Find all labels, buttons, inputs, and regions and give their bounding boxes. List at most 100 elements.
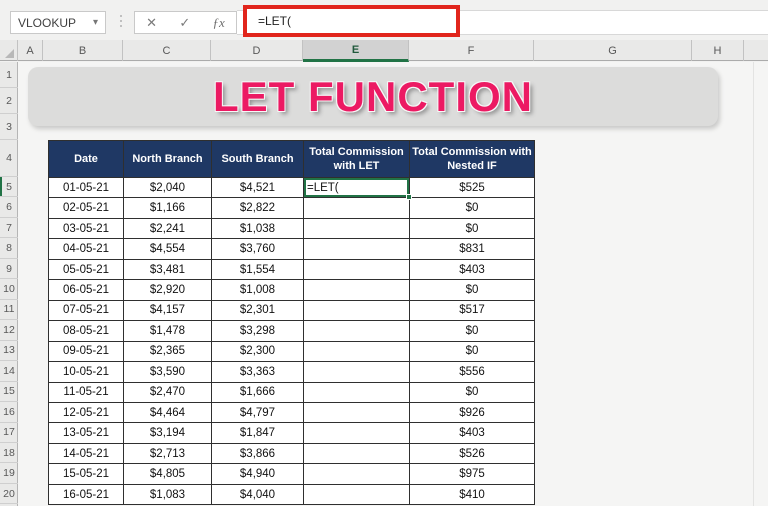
cell[interactable]: $4,040: [212, 484, 304, 506]
cell[interactable]: [304, 484, 410, 506]
select-all-button[interactable]: [0, 40, 18, 61]
column-header-A[interactable]: A: [18, 40, 43, 61]
cell[interactable]: $403: [410, 423, 535, 444]
cell[interactable]: $410: [410, 484, 535, 506]
cell[interactable]: $1,847: [212, 423, 304, 444]
cell[interactable]: $3,866: [212, 443, 304, 465]
cell[interactable]: $4,554: [124, 239, 212, 260]
cell[interactable]: $4,521: [212, 178, 304, 199]
fill-handle[interactable]: [406, 194, 412, 201]
cell[interactable]: $4,797: [212, 402, 304, 424]
chevron-down-icon[interactable]: ▾: [93, 17, 98, 28]
cell[interactable]: 01-05-21: [49, 178, 124, 199]
cell[interactable]: 06-05-21: [49, 280, 124, 301]
enter-icon[interactable]: ✓: [179, 15, 190, 31]
table-header-cell[interactable]: Total Commission with Nested IF: [410, 141, 535, 178]
row-header-15[interactable]: 15: [0, 382, 18, 403]
cell[interactable]: $1,008: [212, 280, 304, 301]
column-header-B[interactable]: B: [43, 40, 123, 61]
row-header-2[interactable]: 2: [0, 88, 18, 114]
cell[interactable]: $926: [410, 402, 535, 424]
row-header-1[interactable]: 1: [0, 62, 18, 88]
cell[interactable]: 09-05-21: [49, 341, 124, 363]
cell[interactable]: $1,666: [212, 382, 304, 403]
cell[interactable]: $526: [410, 443, 535, 465]
cell[interactable]: $2,822: [212, 198, 304, 219]
cell[interactable]: [304, 280, 410, 301]
cell[interactable]: $2,713: [124, 443, 212, 465]
table-header-cell[interactable]: North Branch: [124, 141, 212, 178]
cell[interactable]: $4,464: [124, 402, 212, 424]
cell[interactable]: 15-05-21: [49, 464, 124, 485]
column-header-D[interactable]: D: [211, 40, 303, 61]
cell[interactable]: 07-05-21: [49, 300, 124, 322]
cell[interactable]: $4,940: [212, 464, 304, 485]
cell[interactable]: 11-05-21: [49, 382, 124, 403]
cell[interactable]: 03-05-21: [49, 218, 124, 240]
cell[interactable]: $1,083: [124, 484, 212, 506]
cell[interactable]: $3,298: [212, 321, 304, 342]
table-header-cell[interactable]: Date: [49, 141, 124, 178]
cell[interactable]: [304, 423, 410, 444]
cell[interactable]: $2,920: [124, 280, 212, 301]
row-header-17[interactable]: 17: [0, 423, 18, 443]
column-header-C[interactable]: C: [123, 40, 211, 61]
cell[interactable]: [304, 239, 410, 260]
row-header-3[interactable]: 3: [0, 114, 18, 140]
cell[interactable]: [304, 321, 410, 342]
cell[interactable]: 08-05-21: [49, 321, 124, 342]
cell[interactable]: 14-05-21: [49, 443, 124, 465]
table-header-cell[interactable]: South Branch: [212, 141, 304, 178]
cell[interactable]: $0: [410, 321, 535, 342]
row-header-14[interactable]: 14: [0, 361, 18, 382]
cell[interactable]: $3,481: [124, 259, 212, 281]
row-header-19[interactable]: 19: [0, 463, 18, 484]
cell[interactable]: $4,805: [124, 464, 212, 485]
cell[interactable]: $403: [410, 259, 535, 281]
table-header-cell[interactable]: Total Commission with LET: [304, 141, 410, 178]
cell[interactable]: 04-05-21: [49, 239, 124, 260]
cell[interactable]: [304, 443, 410, 465]
row-header-5[interactable]: 5: [0, 177, 18, 198]
cell[interactable]: $525: [410, 178, 535, 199]
insert-function-icon[interactable]: ƒx: [213, 15, 225, 31]
cell[interactable]: $0: [410, 341, 535, 363]
row-header-13[interactable]: 13: [0, 341, 18, 362]
column-header-G[interactable]: G: [534, 40, 692, 61]
row-header-20[interactable]: 20: [0, 484, 18, 505]
cell[interactable]: [304, 198, 410, 219]
cell[interactable]: [304, 464, 410, 485]
row-header-11[interactable]: 11: [0, 300, 18, 321]
row-header-16[interactable]: 16: [0, 402, 18, 423]
column-header-H[interactable]: H: [692, 40, 744, 61]
row-header-12[interactable]: 12: [0, 320, 18, 341]
cell[interactable]: $975: [410, 464, 535, 485]
cell[interactable]: $4,157: [124, 300, 212, 322]
cell[interactable]: [304, 402, 410, 424]
row-header-9[interactable]: 9: [0, 259, 18, 280]
row-header-4[interactable]: 4: [0, 140, 18, 177]
cell[interactable]: $1,478: [124, 321, 212, 342]
column-header-E[interactable]: E: [303, 40, 409, 62]
row-header-10[interactable]: 10: [0, 279, 18, 300]
cell[interactable]: $0: [410, 382, 535, 403]
cell[interactable]: $0: [410, 198, 535, 219]
cell[interactable]: $2,040: [124, 178, 212, 199]
cell[interactable]: 05-05-21: [49, 259, 124, 281]
cell[interactable]: $3,590: [124, 362, 212, 383]
column-header-F[interactable]: F: [409, 40, 534, 61]
cell[interactable]: $3,760: [212, 239, 304, 260]
cell[interactable]: 02-05-21: [49, 198, 124, 219]
cell[interactable]: $556: [410, 362, 535, 383]
cell[interactable]: $2,365: [124, 341, 212, 363]
cell[interactable]: $2,241: [124, 218, 212, 240]
cell[interactable]: [304, 218, 410, 240]
row-header-7[interactable]: 7: [0, 218, 18, 239]
cell[interactable]: $1,166: [124, 198, 212, 219]
row-header-6[interactable]: 6: [0, 197, 18, 218]
cell[interactable]: [304, 382, 410, 403]
cell[interactable]: $0: [410, 280, 535, 301]
row-header-18[interactable]: 18: [0, 443, 18, 464]
cell[interactable]: $1,554: [212, 259, 304, 281]
cancel-icon[interactable]: ✕: [146, 15, 157, 31]
